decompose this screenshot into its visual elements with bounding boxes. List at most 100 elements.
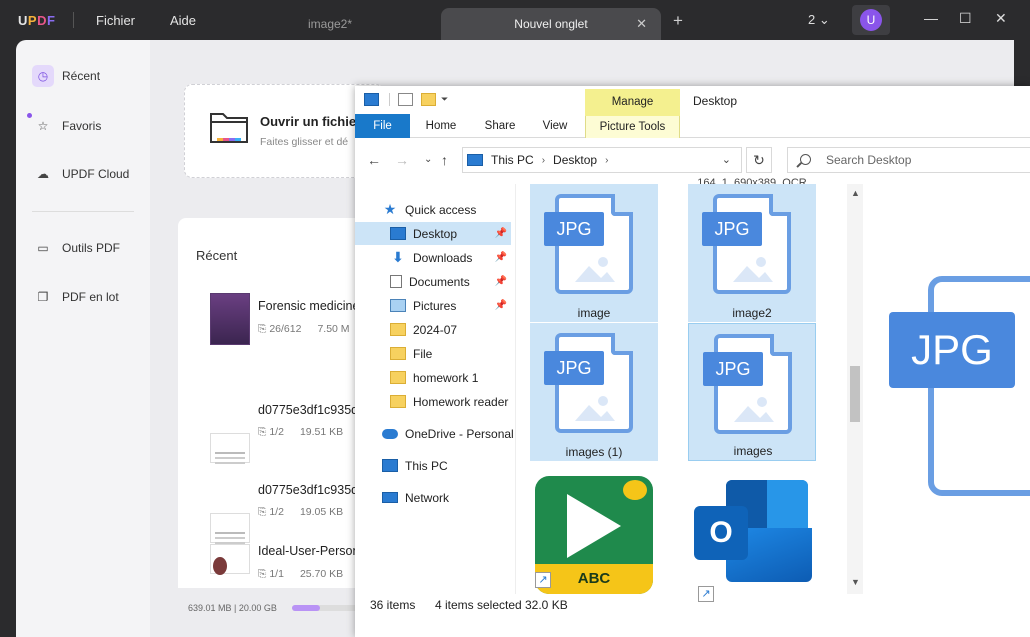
count-value: 2 bbox=[808, 12, 816, 27]
nav-documents[interactable]: Documents 📌 bbox=[355, 270, 511, 293]
back-icon[interactable]: ← bbox=[367, 152, 381, 168]
file-name: Ideal-User-Persona bbox=[258, 544, 367, 558]
file-pages: 1/2 bbox=[269, 426, 284, 438]
file-meta: ⎘ 1/1 25.70 KB bbox=[258, 568, 344, 580]
file-tile[interactable]: JPG image bbox=[530, 184, 658, 322]
abc-app-icon: ABC bbox=[535, 476, 653, 594]
file-thumbnail bbox=[210, 513, 250, 543]
search-icon bbox=[800, 154, 811, 165]
divider bbox=[73, 12, 74, 28]
close-window-icon[interactable]: ✕ bbox=[995, 10, 1007, 27]
sidebar-item-tools[interactable]: ▭ Outils PDF bbox=[32, 234, 142, 262]
chevron-right-icon[interactable]: › bbox=[542, 155, 545, 166]
search-placeholder: Search Desktop bbox=[826, 153, 912, 167]
jpg-file-icon: JPG bbox=[703, 334, 792, 434]
file-label: images bbox=[733, 444, 773, 458]
sidebar-item-recent[interactable]: ◷ Récent bbox=[32, 62, 142, 90]
nav-pictures[interactable]: Pictures 📌 bbox=[355, 294, 511, 317]
tab-picture-tools[interactable]: Picture Tools bbox=[585, 116, 680, 138]
shortcut-tile[interactable]: O ↗ bbox=[670, 476, 812, 602]
minimize-icon[interactable]: — bbox=[924, 10, 938, 26]
nav-label: Network bbox=[405, 490, 450, 505]
nav-quick-access[interactable]: ★ Quick access bbox=[355, 198, 511, 221]
tab-home[interactable]: Home bbox=[417, 114, 465, 138]
sidebar-item-label: UPDF Cloud bbox=[62, 167, 130, 181]
file-label: image2 bbox=[732, 306, 772, 320]
breadcrumb-desktop[interactable]: Desktop bbox=[553, 153, 597, 167]
forward-icon[interactable]: → bbox=[395, 152, 409, 168]
jpg-file-icon: JPG bbox=[702, 194, 791, 294]
avatar[interactable]: U bbox=[860, 9, 882, 31]
nav-downloads[interactable]: ⬇ Downloads 📌 bbox=[355, 246, 511, 269]
address-row: ← → ⌄ ↑ This PC › Desktop › ⌄ ↻ Search D… bbox=[355, 143, 1030, 177]
nav-desktop[interactable]: Desktop 📌 bbox=[355, 222, 511, 245]
file-tile[interactable]: JPG images bbox=[688, 323, 816, 461]
chevron-down-icon: ⌄ bbox=[818, 12, 830, 27]
nav-folder-homework-reader[interactable]: Homework reader bbox=[355, 390, 511, 413]
sidebar-item-cloud[interactable]: ☁ UPDF Cloud bbox=[32, 160, 142, 188]
up-icon[interactable]: ↑ bbox=[441, 152, 448, 168]
chevron-right-icon[interactable]: › bbox=[605, 155, 608, 166]
recent-locations-icon[interactable]: ⌄ bbox=[424, 154, 432, 165]
tab-new[interactable]: Nouvel onglet ✕ bbox=[441, 8, 661, 40]
file-size: 19.05 KB bbox=[299, 506, 344, 518]
properties-icon[interactable] bbox=[398, 93, 413, 106]
new-tab-button[interactable]: + bbox=[673, 11, 683, 31]
nav-folder-homework-1[interactable]: homework 1 bbox=[355, 366, 511, 389]
address-bar[interactable]: This PC › Desktop › ⌄ bbox=[462, 147, 742, 173]
refresh-button[interactable]: ↻ bbox=[746, 147, 772, 173]
play-icon bbox=[567, 494, 621, 558]
pc-icon bbox=[382, 459, 398, 472]
tab-view[interactable]: View bbox=[533, 114, 577, 138]
file-pages: 1/2 bbox=[269, 506, 284, 518]
nav-folder-file[interactable]: File bbox=[355, 342, 511, 365]
image-icon bbox=[733, 257, 773, 282]
scroll-up-icon[interactable]: ▲ bbox=[851, 188, 860, 198]
storage-bar bbox=[292, 605, 362, 611]
sidebar: ◷ Récent ☆ Favoris ☁ UPDF Cloud ▭ Outils… bbox=[16, 40, 150, 637]
nav-label: OneDrive - Personal bbox=[405, 426, 514, 441]
sidebar-item-batch[interactable]: ❐ PDF en lot bbox=[32, 283, 142, 311]
download-icon: ⬇ bbox=[392, 249, 404, 265]
menu-fichier[interactable]: Fichier bbox=[96, 13, 135, 28]
account-count[interactable]: 2 ⌄ bbox=[808, 12, 830, 28]
nav-onedrive[interactable]: OneDrive - Personal bbox=[355, 422, 514, 445]
jpg-badge: JPG bbox=[702, 212, 762, 246]
scroll-thumb[interactable] bbox=[850, 366, 860, 422]
chevron-down-icon[interactable]: ⌄ bbox=[722, 153, 731, 166]
jpg-badge: JPG bbox=[703, 352, 763, 386]
tab-share[interactable]: Share bbox=[475, 114, 525, 138]
customize-qat-icon[interactable]: ⏷ bbox=[441, 94, 456, 107]
menu-aide[interactable]: Aide bbox=[170, 13, 196, 28]
nav-folder-2024-07[interactable]: 2024-07 bbox=[355, 318, 511, 341]
folder-icon bbox=[390, 323, 406, 336]
open-file-card[interactable]: Ouvrir un fichie Faites glisser et dé bbox=[184, 84, 384, 178]
tab-file[interactable]: File bbox=[355, 114, 410, 138]
recent-heading: Récent bbox=[196, 248, 238, 263]
file-tile[interactable]: JPG image2 bbox=[688, 184, 816, 322]
shortcut-tile[interactable]: ABC ↗ bbox=[515, 468, 653, 594]
pin-icon: 📌 bbox=[494, 276, 507, 287]
close-icon[interactable]: ✕ bbox=[636, 8, 647, 40]
nav-network[interactable]: Network bbox=[355, 486, 511, 509]
nav-this-pc[interactable]: This PC bbox=[355, 454, 511, 477]
pc-icon[interactable] bbox=[364, 93, 379, 106]
search-input[interactable]: Search Desktop bbox=[787, 147, 1030, 173]
scroll-down-icon[interactable]: ▼ bbox=[851, 577, 860, 587]
navigation-pane: ★ Quick access Desktop 📌 ⬇ Downloads 📌 Docum… bbox=[355, 184, 515, 594]
new-folder-icon[interactable] bbox=[421, 93, 436, 106]
sidebar-divider bbox=[32, 211, 134, 212]
sidebar-item-favorites[interactable]: ☆ Favoris bbox=[32, 112, 142, 140]
tab-image2[interactable]: image2* bbox=[250, 8, 410, 40]
tab-label: Nouvel onglet bbox=[514, 17, 588, 31]
file-tile[interactable]: JPG images (1) bbox=[530, 323, 658, 461]
page-corner bbox=[611, 194, 633, 216]
image-icon bbox=[734, 397, 774, 422]
nav-label: File bbox=[413, 346, 433, 361]
jpg-file-icon: JPG bbox=[544, 194, 633, 294]
maximize-icon[interactable]: ☐ bbox=[959, 10, 972, 27]
vertical-scrollbar[interactable]: ▲ ▼ bbox=[847, 184, 863, 594]
nav-label: Homework reader bbox=[413, 394, 509, 409]
divider bbox=[389, 93, 390, 106]
breadcrumb-this-pc[interactable]: This PC bbox=[491, 153, 534, 167]
